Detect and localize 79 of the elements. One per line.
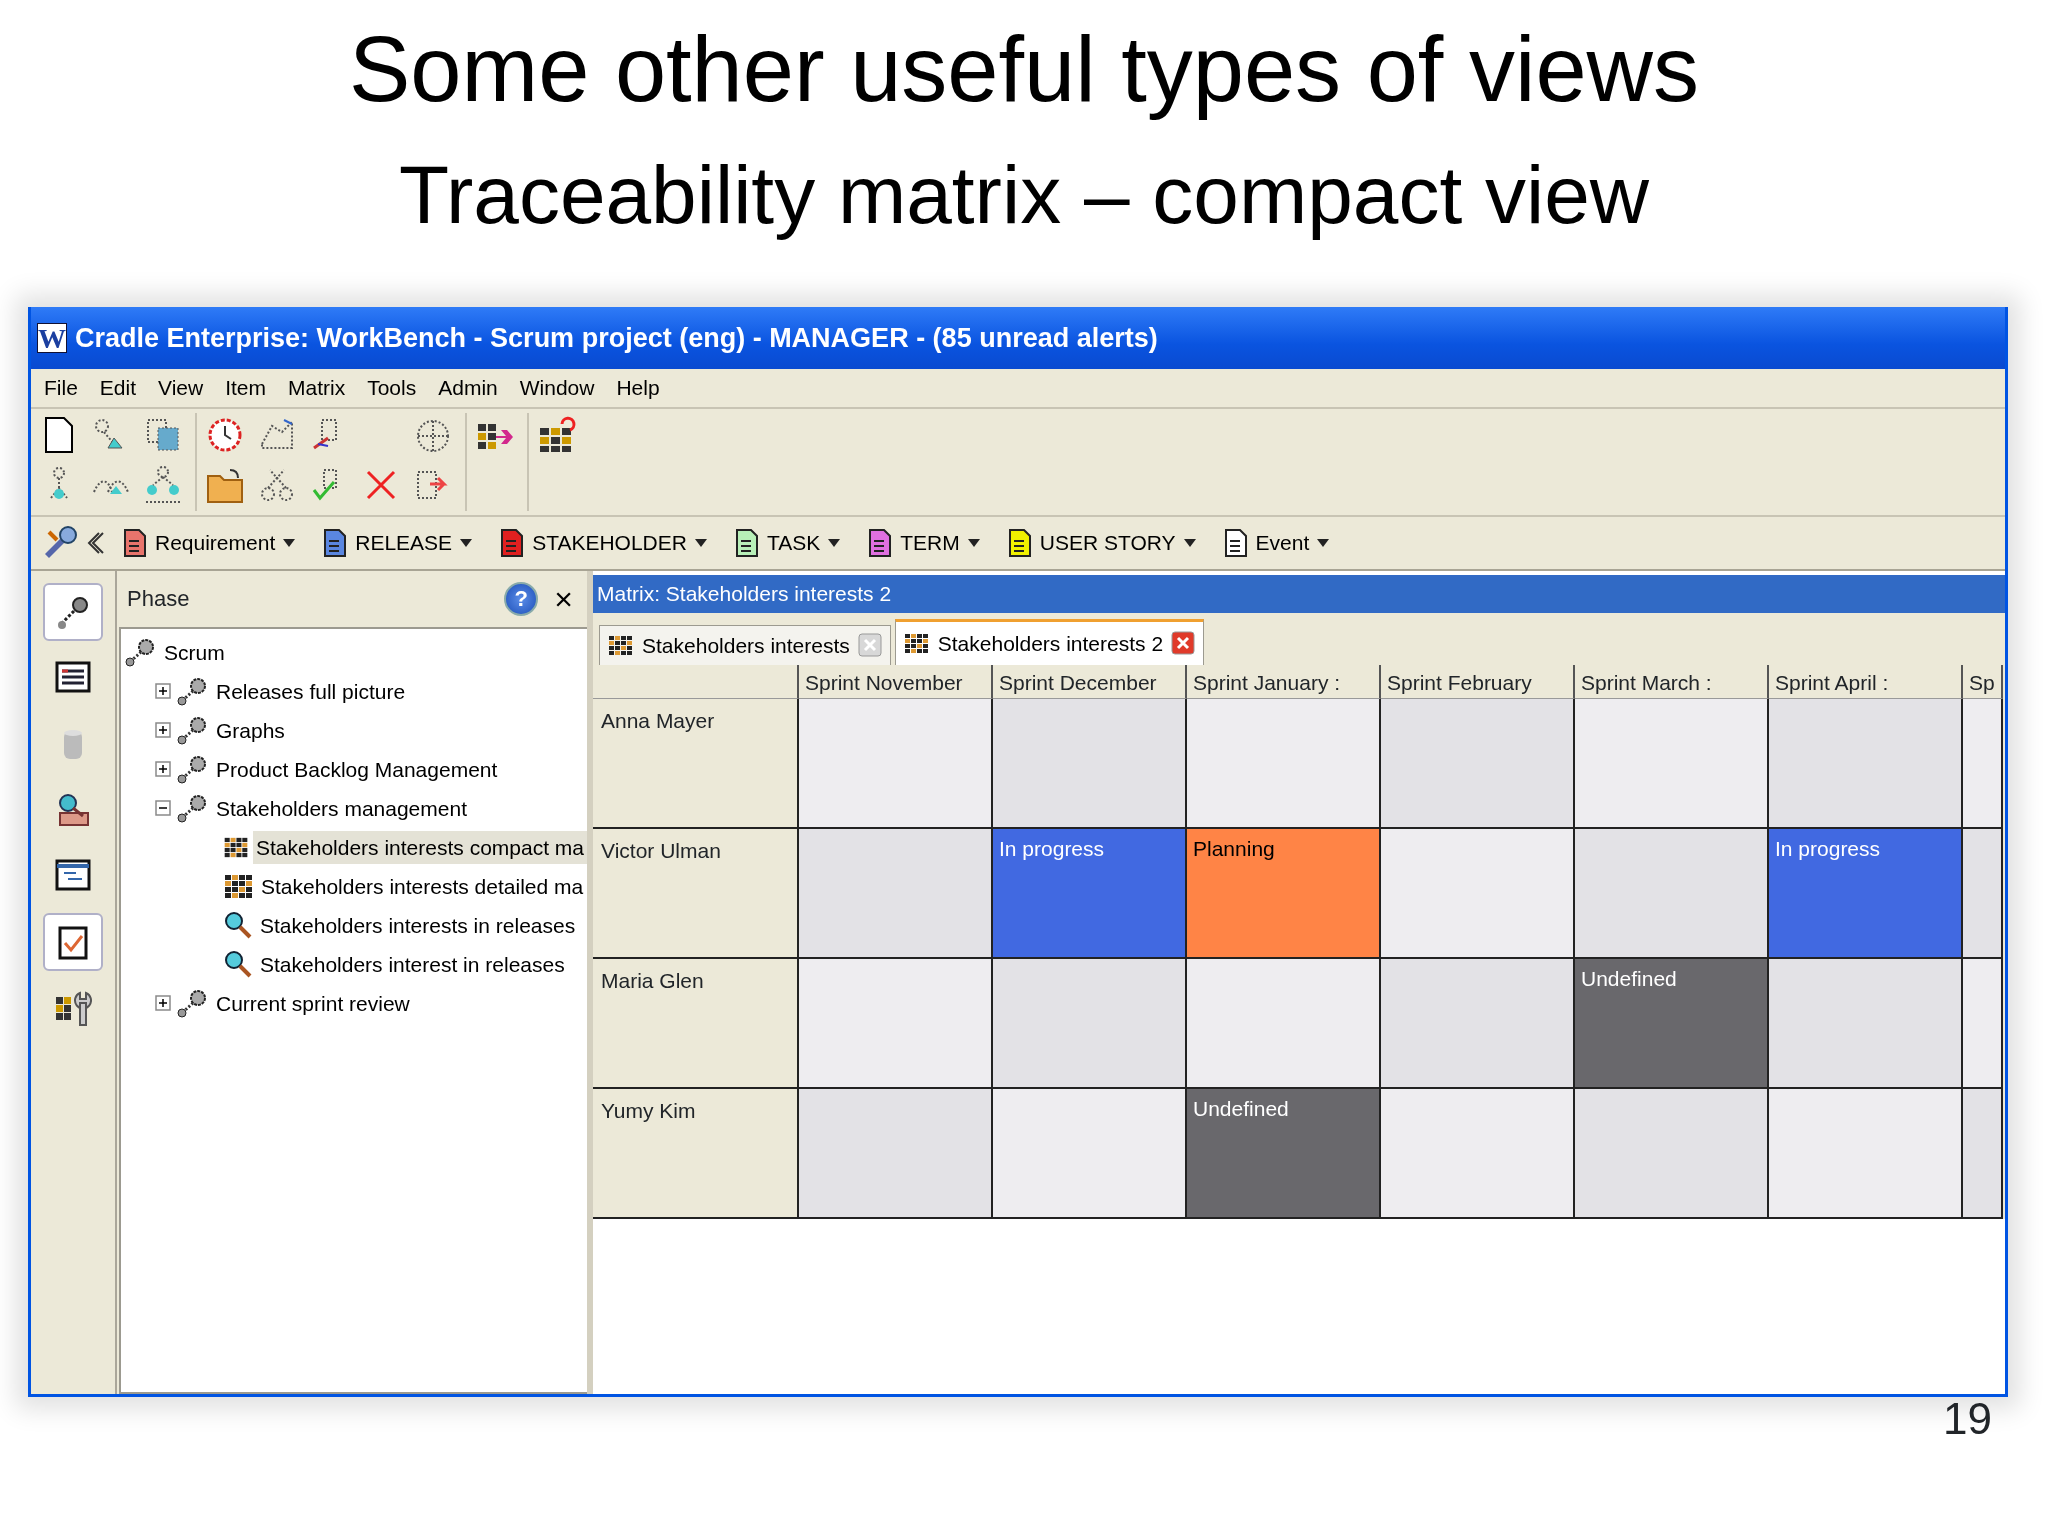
tree-item[interactable]: Stakeholders interest in releases <box>257 947 568 982</box>
close-button[interactable]: × <box>548 582 579 615</box>
panel-title: Phase <box>127 585 191 614</box>
slide-subtitle: Traceability matrix – compact view <box>397 148 1651 243</box>
page-number: 19 <box>1943 1396 1992 1441</box>
menu-item[interactable]: View <box>149 370 213 406</box>
magnifier-icon <box>223 910 253 941</box>
column-header: Sprint February <box>1381 664 1575 699</box>
caret-icon <box>283 538 296 547</box>
grid-icon <box>903 632 930 655</box>
type-dropdown[interactable]: USER STORY <box>999 525 1208 561</box>
status-cell: Planning <box>1187 828 1381 959</box>
column-header: Sprint December <box>993 664 1187 699</box>
menu-item[interactable]: Matrix <box>279 370 355 406</box>
tree-item[interactable]: Scrum <box>161 635 228 670</box>
window-title: Cradle Enterprise: WorkBench - Scrum project (eng) - MANAGER - (85 unread alerts) <box>75 321 1158 355</box>
status-cell: Undefined <box>1575 958 1769 1089</box>
row-header: Anna Mayer <box>593 698 799 829</box>
side-tool-button[interactable] <box>43 582 103 641</box>
expander-icon[interactable] <box>155 683 171 700</box>
caret-icon <box>1183 538 1196 547</box>
row-header: Maria Glen <box>593 958 799 1089</box>
status-cell: Undefined <box>1187 1088 1381 1219</box>
chevron-left-icon[interactable] <box>87 530 107 555</box>
caret-icon <box>694 538 707 547</box>
type-dropdown[interactable]: Event <box>1215 525 1342 561</box>
column-header: Sprint March : <box>1575 664 1769 699</box>
close-icon[interactable] <box>1171 631 1196 656</box>
expander-icon[interactable] <box>155 722 171 739</box>
tree-item[interactable]: Stakeholders interests in releases <box>257 908 579 943</box>
expander-icon[interactable] <box>155 761 171 778</box>
menu-item[interactable]: Admin <box>429 370 507 406</box>
column-header: Sp <box>1963 664 2003 699</box>
side-tool-button[interactable] <box>43 912 103 971</box>
caret-icon <box>967 538 980 547</box>
slide-title: Some other useful types of views <box>348 17 1700 122</box>
menu-item[interactable]: Edit <box>90 370 146 406</box>
grid-icon <box>608 634 634 657</box>
tree-item[interactable]: Current sprint review <box>213 986 413 1021</box>
menu-item[interactable]: Item <box>216 370 275 406</box>
gears-icon <box>175 793 209 824</box>
tree-item[interactable]: Product Backlog Management <box>213 752 501 787</box>
row-header: Yumy Kim <box>593 1088 799 1219</box>
magnifier-icon <box>223 949 253 980</box>
type-dropdown[interactable]: Requirement <box>115 525 308 561</box>
column-header: Sprint April : <box>1769 664 1963 699</box>
tree-item[interactable]: Stakeholders interests detailed ma <box>258 869 587 904</box>
tree-item[interactable]: Stakeholders management <box>213 791 470 826</box>
gears-icon <box>175 988 209 1019</box>
caret-icon <box>828 538 841 547</box>
gears-icon <box>175 754 209 785</box>
gears-icon <box>175 676 209 707</box>
matrix-title-bar: Matrix: Stakeholders interests 2 <box>593 574 2005 613</box>
menu-item[interactable]: Window <box>510 370 604 406</box>
column-header: Sprint January : <box>1187 664 1381 699</box>
menu-item[interactable]: Help <box>607 370 669 406</box>
type-dropdown[interactable]: RELEASE <box>315 525 485 561</box>
expander-icon[interactable] <box>155 800 171 817</box>
help-button[interactable]: ? <box>504 581 539 616</box>
row-header: Victor Ulman <box>593 828 799 959</box>
expander-icon[interactable] <box>155 995 171 1012</box>
tree-item[interactable]: Stakeholders interests compact ma <box>253 830 587 865</box>
matrix-tab[interactable]: Stakeholders interests 2 <box>894 618 1205 665</box>
gears-icon <box>123 637 157 668</box>
caret-icon <box>1317 538 1330 547</box>
gears-icon <box>175 715 209 746</box>
menu-item[interactable]: Tools <box>358 370 426 406</box>
app-logo: W <box>37 322 67 353</box>
tree-item[interactable]: Releases full picture <box>213 674 409 709</box>
type-dropdown[interactable]: TASK <box>726 525 853 561</box>
type-dropdown[interactable]: STAKEHOLDER <box>492 525 719 561</box>
caret-icon <box>460 538 473 547</box>
column-header: Sprint November <box>799 664 993 699</box>
tree-item[interactable]: Graphs <box>213 713 288 748</box>
type-dropdown[interactable]: TERM <box>860 525 992 561</box>
matrix-tab[interactable]: Stakeholders interests <box>599 624 891 665</box>
menu-item[interactable]: File <box>35 370 87 406</box>
status-cell: In progress <box>1769 828 1963 959</box>
status-cell: In progress <box>993 828 1187 959</box>
